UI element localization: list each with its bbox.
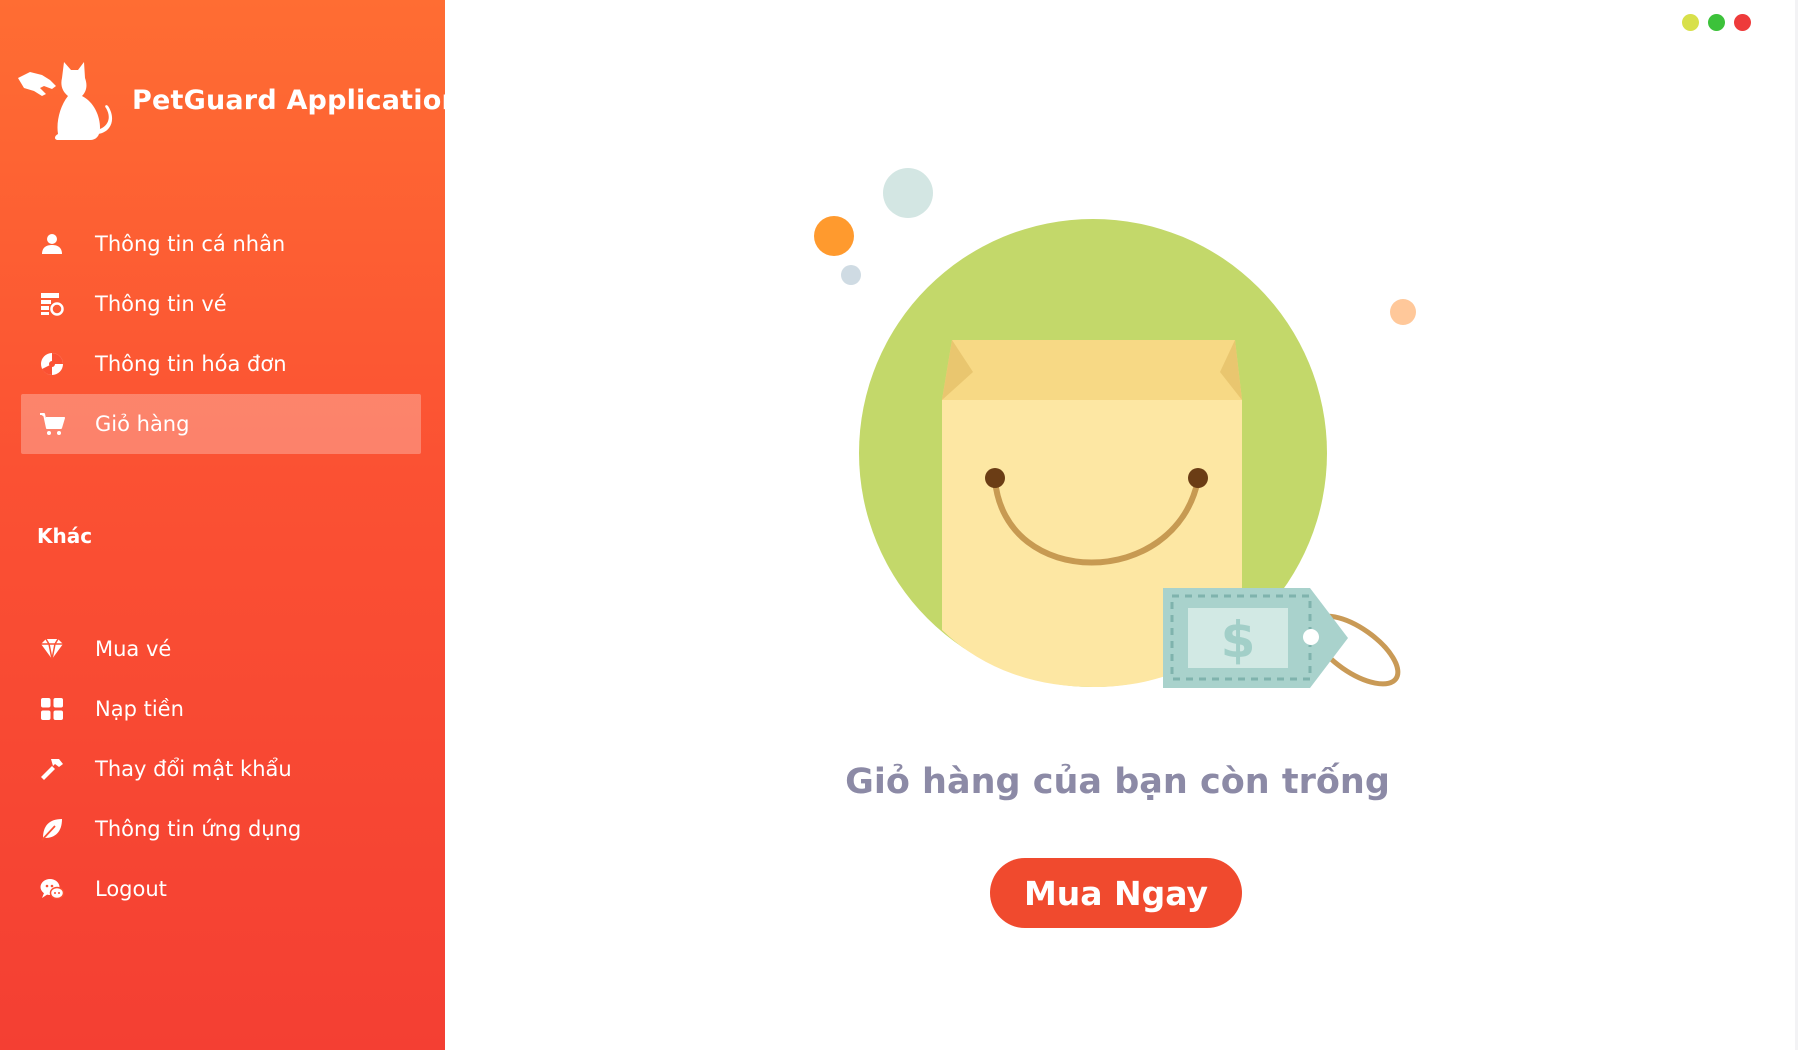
- section-title-khac: Khác: [37, 524, 93, 548]
- nav-label: Thông tin cá nhân: [95, 232, 286, 256]
- nav-label: Logout: [95, 877, 167, 901]
- nav-item-thong-tin-ca-nhan[interactable]: Thông tin cá nhân: [21, 214, 421, 274]
- nav-label: Giỏ hàng: [95, 412, 190, 436]
- brand: PetGuard Application: [16, 58, 461, 142]
- app-window: PetGuard Application Thông tin cá nhân T…: [0, 0, 1798, 1050]
- nav-item-thong-tin-ung-dung[interactable]: Thông tin ứng dụng: [21, 799, 421, 859]
- invoice-icon: [38, 350, 66, 378]
- app-title: PetGuard Application: [132, 84, 461, 116]
- user-icon: [38, 230, 66, 258]
- empty-cart-message: Giỏ hàng của bạn còn trống: [845, 762, 1390, 802]
- nav-label: Nạp tiền: [95, 697, 184, 721]
- leaf-icon: [38, 815, 66, 843]
- hammer-icon: [38, 755, 66, 783]
- cat-hand-logo-icon: [18, 62, 113, 140]
- close-button[interactable]: [1734, 14, 1751, 31]
- nav-item-logout[interactable]: Logout: [21, 859, 421, 919]
- buy-now-button[interactable]: Mua Ngay: [990, 858, 1242, 928]
- nav-item-nap-tien[interactable]: Nạp tiền: [21, 679, 421, 739]
- nav-label: Thông tin vé: [95, 292, 227, 316]
- nav-item-mua-ve[interactable]: Mua vé: [21, 619, 421, 679]
- nav-label: Thay đổi mật khẩu: [95, 757, 292, 781]
- ticket-info-icon: [38, 290, 66, 318]
- window-controls: [1682, 14, 1751, 31]
- maximize-button[interactable]: [1708, 14, 1725, 31]
- diamond-icon: [38, 635, 66, 663]
- minimize-button[interactable]: [1682, 14, 1699, 31]
- nav-label: Thông tin ứng dụng: [95, 817, 302, 841]
- nav-label: Thông tin hóa đơn: [95, 352, 287, 376]
- nav-item-thong-tin-ve[interactable]: Thông tin vé: [21, 274, 421, 334]
- nav-item-thay-doi-mat-khau[interactable]: Thay đổi mật khẩu: [21, 739, 421, 799]
- empty-shopping-bag-illustration: $: [814, 168, 1416, 688]
- sidebar: PetGuard Application Thông tin cá nhân T…: [0, 0, 461, 1050]
- chat-bubbles-icon: [38, 875, 66, 903]
- svg-text:$: $: [1221, 611, 1256, 669]
- nav-item-thong-tin-hoa-don[interactable]: Thông tin hóa đơn: [21, 334, 421, 394]
- nav-label: Mua vé: [95, 637, 172, 661]
- cart-icon: [38, 410, 66, 438]
- nav-item-gio-hang[interactable]: Giỏ hàng: [21, 394, 421, 454]
- grid-icon: [38, 695, 66, 723]
